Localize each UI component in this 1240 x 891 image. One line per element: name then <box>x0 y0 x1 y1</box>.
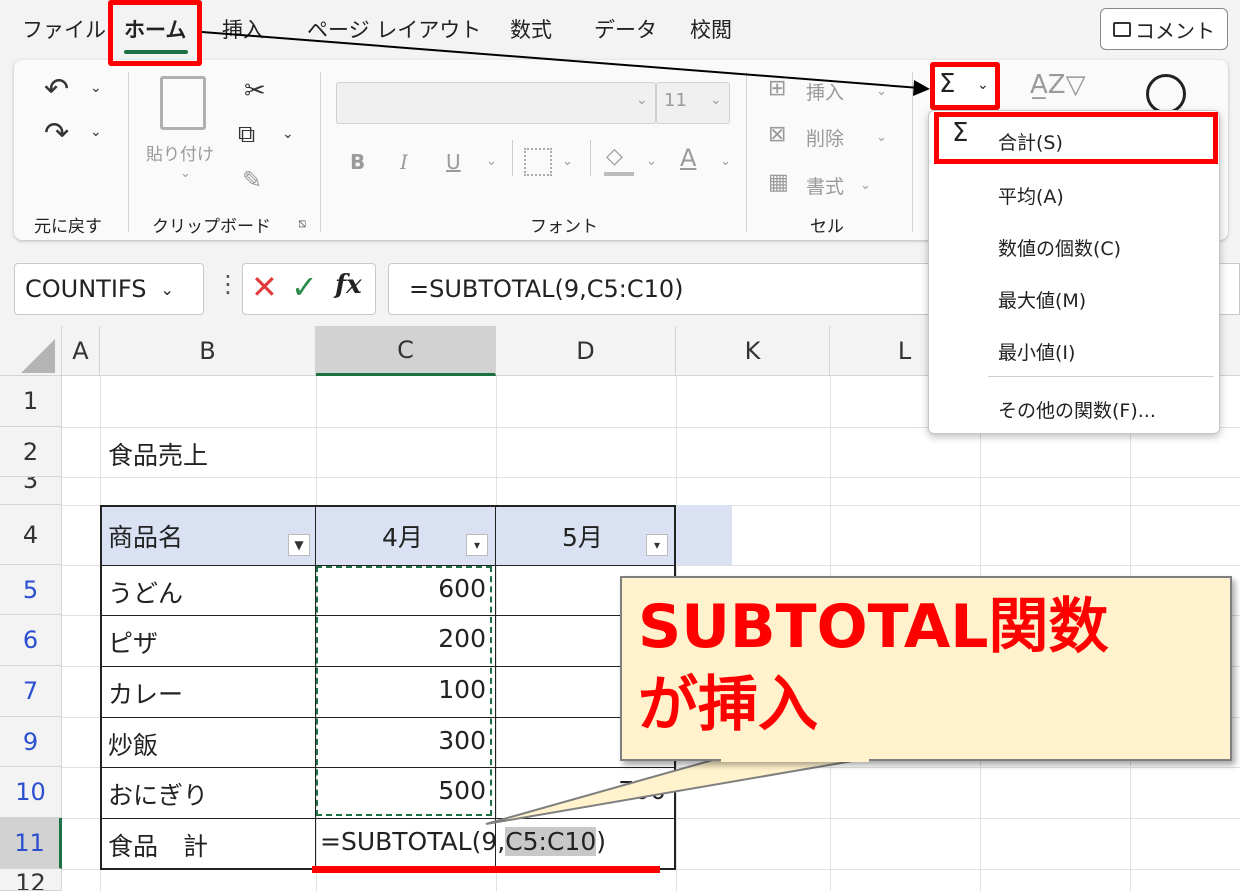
callout-line-2: が挿入 <box>638 670 818 740</box>
callout-tail-join <box>721 752 869 762</box>
callout-text: SUBTOTAL関数 が挿入 <box>638 588 1228 744</box>
callout-line-1: SUBTOTAL関数 <box>638 592 1109 662</box>
callout-tail <box>485 757 871 825</box>
